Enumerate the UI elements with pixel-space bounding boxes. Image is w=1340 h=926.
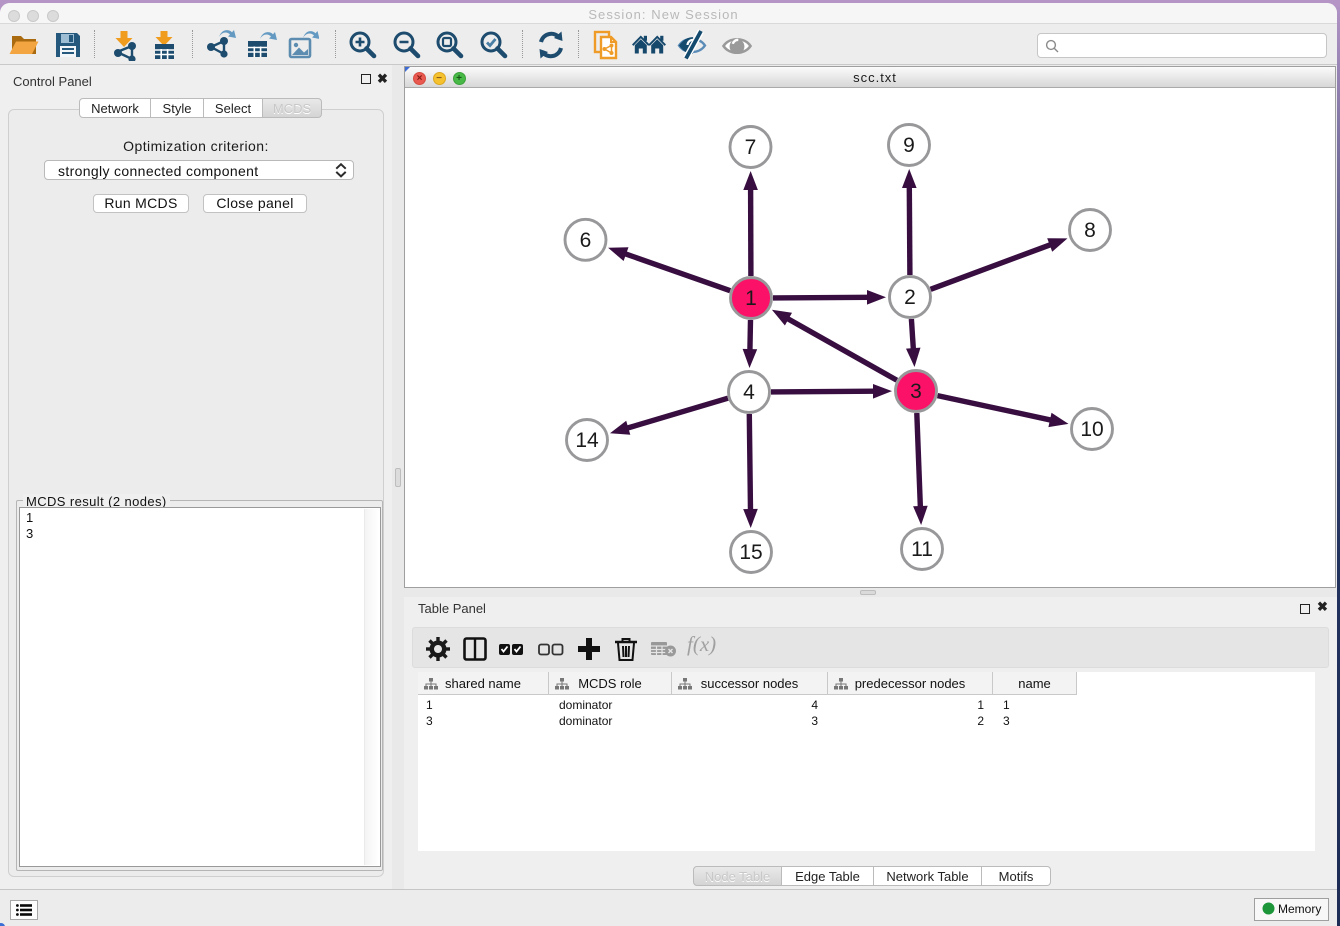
- svg-text:14: 14: [575, 429, 599, 452]
- svg-text:6: 6: [580, 229, 592, 252]
- svg-text:1: 1: [745, 287, 757, 310]
- svg-text:7: 7: [745, 136, 757, 159]
- svg-text:2: 2: [904, 286, 916, 309]
- svg-text:4: 4: [743, 381, 755, 404]
- svg-text:10: 10: [1080, 418, 1103, 441]
- svg-text:11: 11: [911, 538, 933, 561]
- svg-text:3: 3: [910, 380, 922, 403]
- svg-text:9: 9: [903, 134, 915, 157]
- svg-text:8: 8: [1084, 219, 1096, 242]
- svg-text:15: 15: [739, 541, 762, 564]
